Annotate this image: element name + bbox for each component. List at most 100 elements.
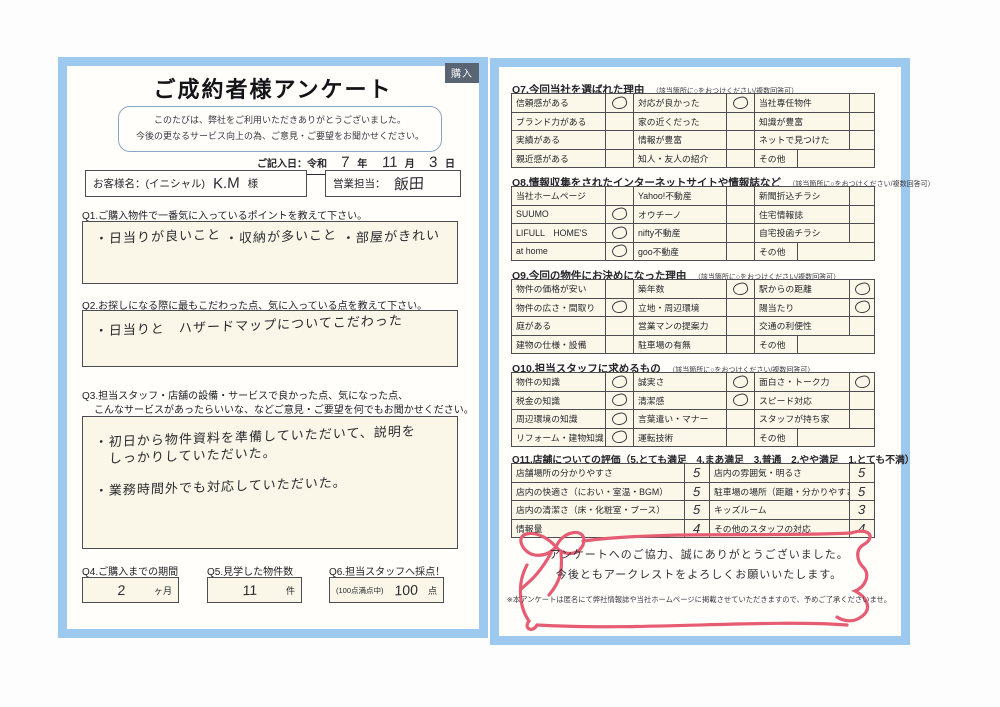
score-handwritten: 5 [693,502,701,518]
circle-mark [731,392,750,408]
mark-cell [605,130,634,150]
mark-cell [605,279,634,299]
q6-value-handwritten: 100 [393,581,418,599]
option-label-cell: Yahoo!不動産 [633,186,727,206]
q5-unit: 件 [285,585,295,596]
survey-page-1: 購入 ご成約者様アンケート このたびは、弊社をご利用いただきありがとうございまし… [58,57,488,638]
mark-cell [605,186,634,206]
intro-line-1: このたびは、弊社をご利用いただきありがとうございました。 [153,115,406,125]
other-label-cell: その他 [754,148,798,168]
mark-cell [726,130,755,150]
mark-cell [849,130,875,150]
circle-mark [610,411,629,427]
mark-cell [849,316,875,336]
circle-mark [853,374,871,390]
mark-cell [605,334,634,354]
rating-label-cell: 店内の清潔さ（床・化粧室・ブース） [511,500,685,520]
circle-mark [731,374,750,390]
option-label-cell: 駅からの距離 [754,279,850,299]
option-label-cell: 税金の知識 [511,390,606,410]
table-row: 建物の仕様・設備 駐車場の有無 その他 [511,334,875,354]
table-row: 物件の知識 誠実さ 面白さ・トーク力 [511,372,875,392]
q8-choice-table: 当社ホームページ Yahoo!不動産 新聞折込チラシ SUUMO オウチーノ 住宅情報誌 L… [511,186,875,261]
q6-note: (100点満点中) [336,585,384,595]
score-handwritten: 5 [858,483,866,499]
table-row: 庭がある 営業マンの提案力 交通の利便性 [511,316,875,336]
thank-you-message: アンケートへのご協力、誠にありがとうございました。 今後ともアークレストをよろし… [501,545,897,605]
q3-label-line2: こんなサービスがあったらいいな、などご意見・ご要望を何でもお聞かせください。 [94,405,474,416]
rating-label-cell: 店内の快適さ（におい・室温・BGM） [511,481,685,501]
circle-mark [731,95,750,111]
mark-cell [849,279,875,299]
date-day-unit: 日 [445,159,455,170]
circle-mark [610,206,629,222]
mark-cell [849,372,875,392]
intro-box: このたびは、弊社をご利用いただきありがとうございました。 今後の更なるサービス向… [118,106,442,152]
mark-cell [726,390,755,410]
mark-cell [605,204,634,224]
customer-name-box: お客様名：(イニシャル) K.M 様 [85,170,307,197]
q1-answer-line: ・日当りが良いこと [94,226,222,247]
q2-answer-box: ・日当りと ハザードマップについてこだわった [82,310,458,367]
option-label-cell: LIFULL HOME'S [511,223,606,243]
option-label-cell: 庭がある [511,316,606,336]
option-label-cell: 自宅投函チラシ [754,223,850,243]
option-label-cell: at home [511,241,606,261]
date-day-handwritten: 3 [428,153,438,172]
option-label-cell: 交通の利便性 [754,316,850,336]
option-label-cell: 当社専任物件 [754,93,850,113]
score-cell: 3 [849,500,875,520]
mark-cell [849,409,875,429]
mark-cell [726,93,755,113]
q7-choice-table: 信頼感がある 対応が良かった 当社専任物件 ブランド力がある 家の近くだった 知識が豊富実… [511,93,875,168]
mark-cell [726,223,755,243]
mark-cell [726,427,755,447]
table-row: 税金の知識 清潔感 スピード対応 [511,390,875,410]
rating-label-cell: 駐車場の場所（距離・分かりやすさ） [709,481,850,501]
score-cell: 5 [684,481,710,501]
mark-cell [726,204,755,224]
q5-label: Q5.見学した物件数 [207,567,294,578]
option-label-cell: 家の近くだった [633,111,727,131]
other-write-in-cell [797,334,875,354]
q6-unit: 点 [427,585,437,596]
thanks-note: ※本アンケートは匿名にて弊社情報誌や当社ホームページに掲載させていただきますので… [506,595,892,604]
customer-name-label: お客様名：(イニシャル) [93,178,205,190]
option-label-cell: 親近感がある [511,148,606,168]
mark-cell [605,316,634,336]
survey-page-2: Q7.今回当社を選ばれた理由 （該当箇所に○をおつけください/複数回答可） 信頼… [490,58,935,645]
table-row: 実績がある 情報が豊富 ネットで見つけた [511,130,875,150]
circle-mark [610,429,629,445]
option-label-cell: 面白さ・トーク力 [754,372,850,392]
date-year-unit: 年 [357,159,368,170]
other-write-in-cell [797,427,875,447]
table-row: 店舗場所の分かりやすさ 5 店内の雰囲気・明るさ 5 [511,463,875,483]
score-handwritten: 5 [693,465,701,481]
option-label-cell: 実績がある [511,130,606,150]
table-row: 物件の価格が安い 築年数 駅からの距離 [511,279,875,299]
circle-mark [853,299,871,315]
option-label-cell: 情報が豊富 [633,130,727,150]
option-label-cell: 駐車場の有無 [633,334,727,354]
circle-mark [610,374,629,390]
q1-answer-box: ・日当りが良いこと ・収納が多いこと ・部屋がきれい [82,221,458,284]
customer-honorific: 様 [247,178,259,190]
table-row: 店内の快適さ（におい・室温・BGM） 5 駐車場の場所（距離・分かりやすさ） 5 [511,481,875,501]
rating-label-cell: 店内の雰囲気・明るさ [709,463,850,483]
mark-cell [849,223,875,243]
option-label-cell: SUUMO [511,204,606,224]
option-label-cell: 建物の仕様・設備 [511,334,606,354]
date-year-handwritten: 7 [341,153,351,172]
mark-cell [849,297,875,317]
option-label-cell: 住宅情報誌 [754,204,850,224]
q2-answer-line: ・日当りと ハザードマップについてこだわった [94,312,404,339]
q9-choice-table: 物件の価格が安い 築年数 駅からの距離 物件の広さ・間取り 立地・周辺環境 陽当たり 庭があ… [511,279,875,354]
q3-label-line1: Q3.担当スタッフ・店舗の設備・サービスで良かった点、気になった点、 [82,391,409,402]
customer-initials-handwritten: K.M [212,174,240,193]
score-handwritten: 3 [858,502,866,518]
q6-answer-box: (100点満点中) 100 点 [329,577,444,603]
mark-cell [726,316,755,336]
q4-value-handwritten: 2 [117,581,126,599]
score-cell: 5 [849,463,875,483]
other-label-cell: その他 [754,427,798,447]
